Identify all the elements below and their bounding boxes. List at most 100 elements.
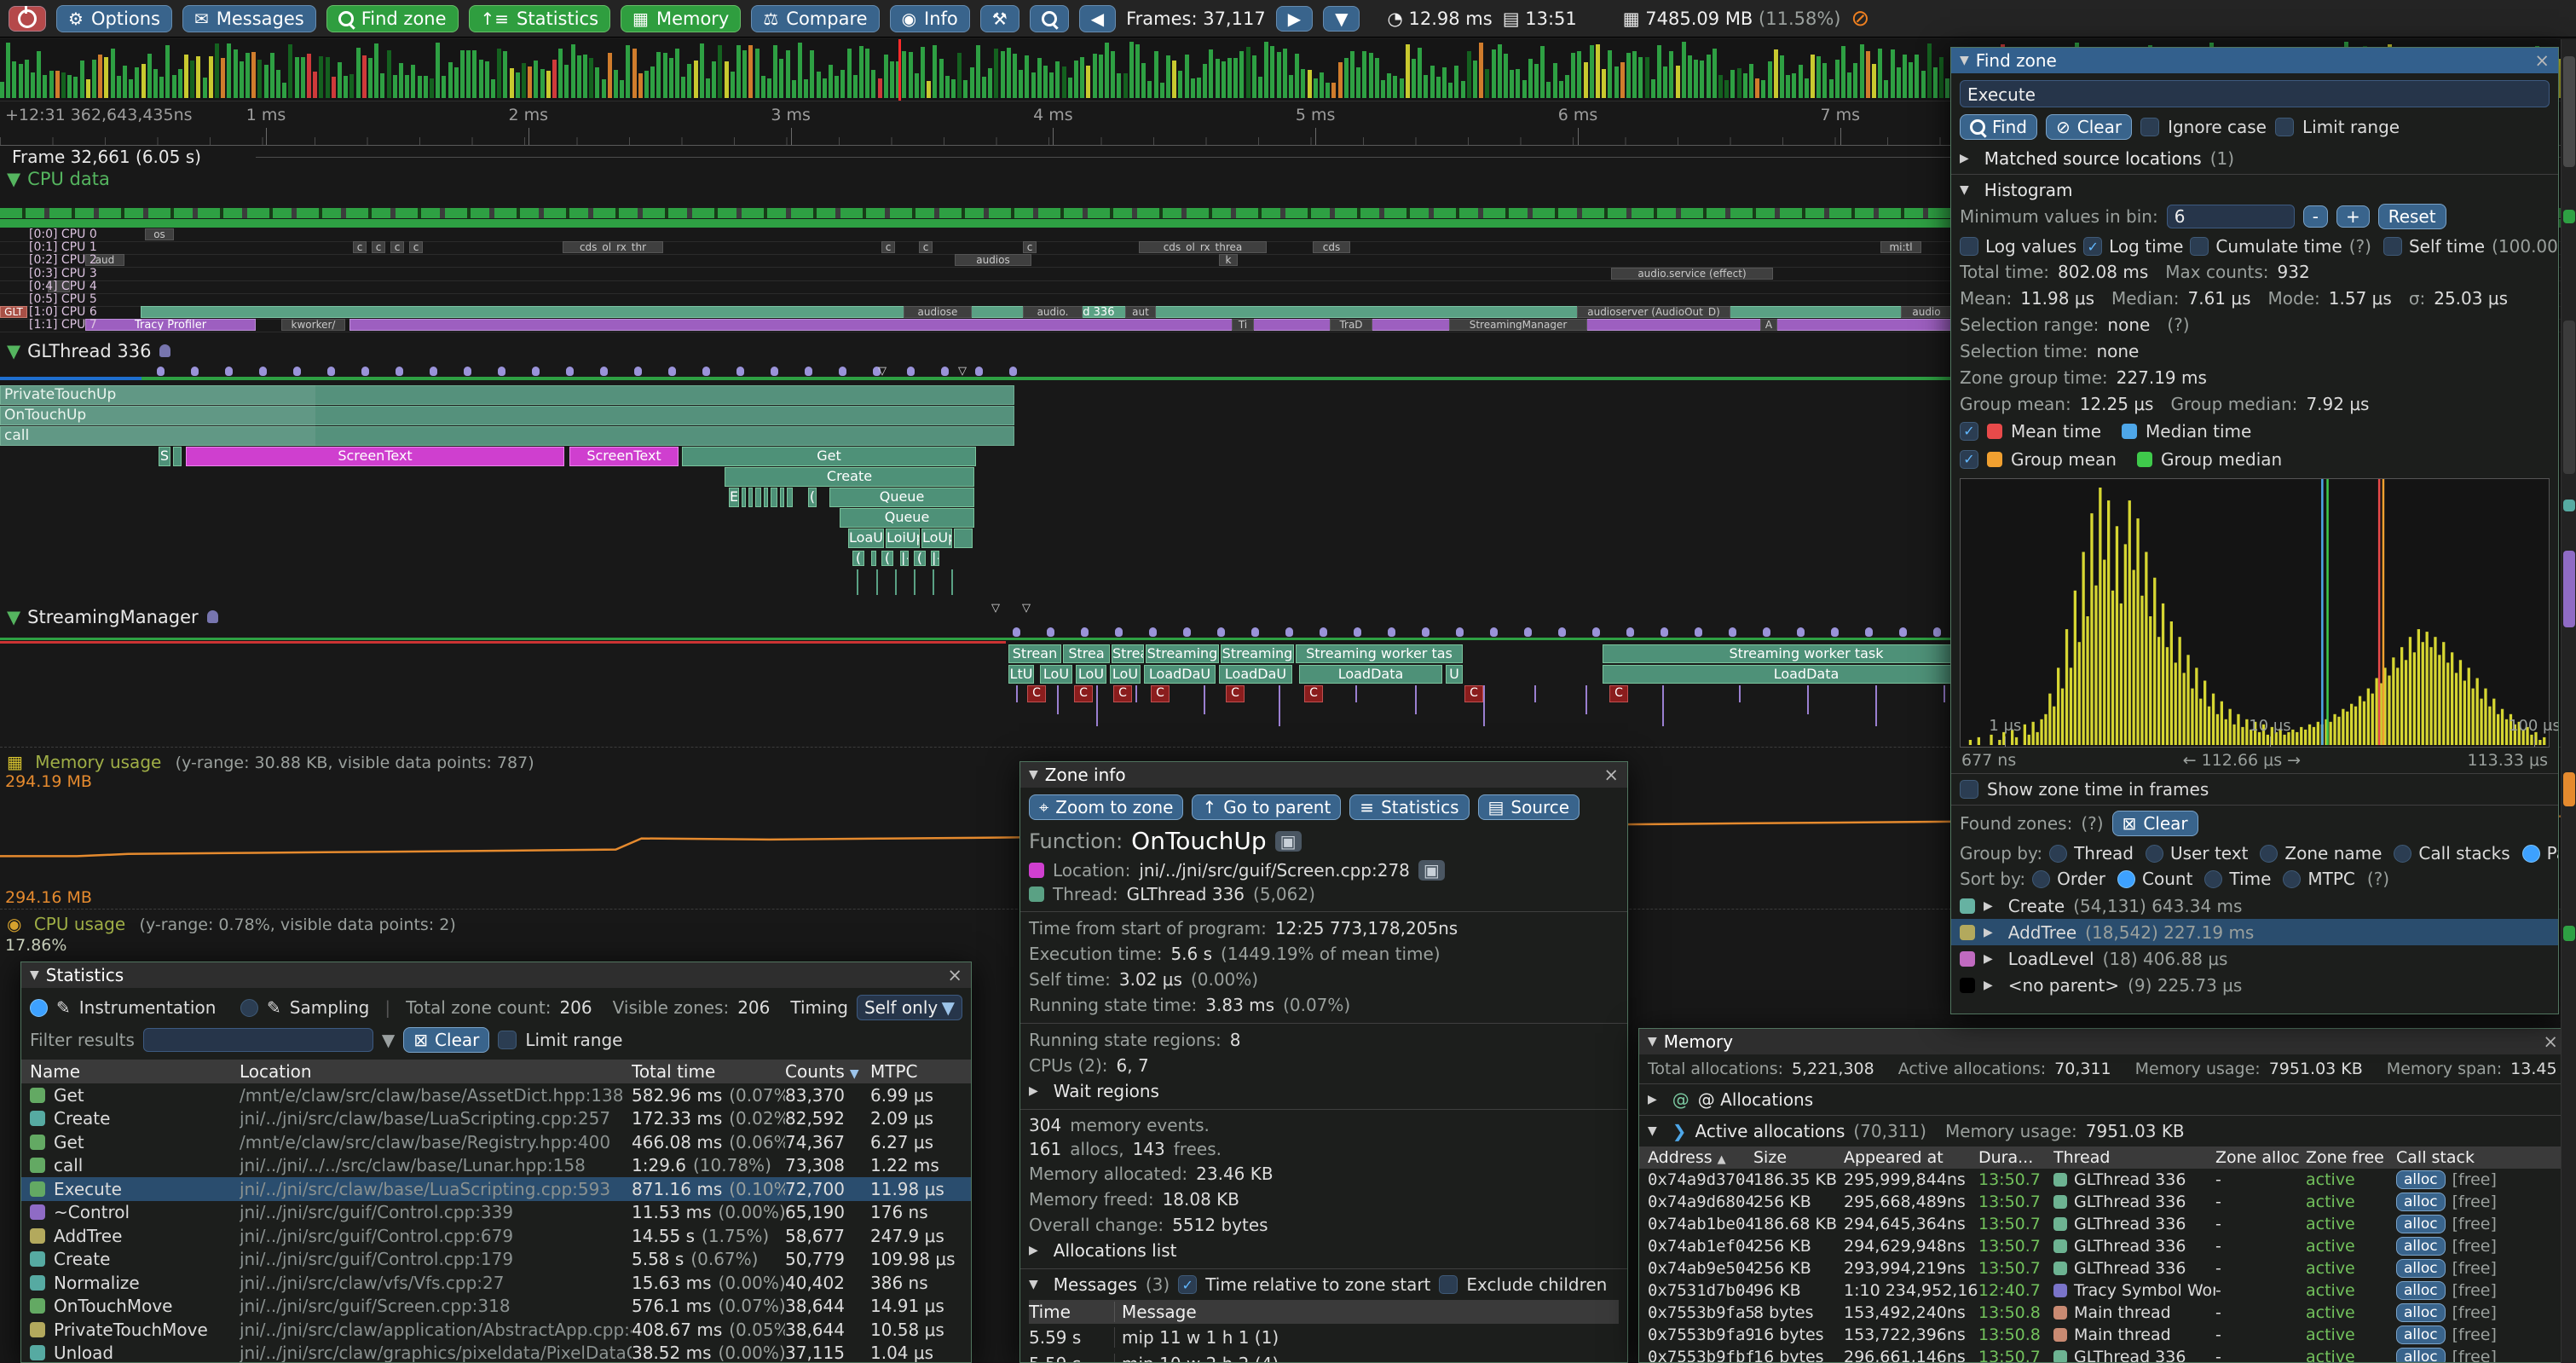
sampling-radio[interactable] [240, 999, 258, 1017]
zone-bar[interactable]: LoadData [1603, 665, 2010, 684]
zone-bar[interactable]: U [1446, 665, 1463, 684]
zone-bar[interactable]: Streaming [1221, 644, 1294, 663]
decrement-button[interactable]: - [2303, 205, 2328, 228]
zone-bar[interactable]: C [1113, 685, 1132, 702]
zone-bar[interactable]: C [1027, 685, 1046, 702]
legend-checkbox[interactable] [1960, 422, 1978, 441]
stats-table-header[interactable]: NameLocationTotal timeCounts▼MTPC [21, 1060, 971, 1083]
histogram-expander[interactable]: ▼Histogram [1951, 175, 2558, 202]
zone-bar[interactable]: ( [852, 551, 864, 566]
time-radio[interactable] [2204, 870, 2222, 888]
zone-bar[interactable] [954, 528, 973, 548]
allocations-list-expander[interactable]: ▶Allocations list [1020, 1238, 1627, 1263]
stats-col-header[interactable]: Location [240, 1061, 632, 1082]
stats-table-row[interactable]: ~Controljni/../jni/src/guif/Control.cpp:… [21, 1201, 971, 1225]
zone-bar[interactable]: LoUp [921, 528, 952, 548]
message-row[interactable]: 5.59 smip 11 w 1 h 1 (1) [1020, 1324, 1627, 1350]
zone-bar[interactable]: ScreenText [569, 447, 679, 466]
memory-table-row[interactable]: 0x74ab1ef040256 KB294,629,948ns13:50.7GL… [1639, 1235, 2567, 1257]
zone-bar[interactable]: ( [881, 551, 893, 566]
stats-table-row[interactable]: OnTouchMovejni/../jni/src/guif/Screen.cp… [21, 1295, 971, 1319]
zone-bar[interactable]: Strea [1112, 644, 1144, 663]
zone-bar[interactable] [764, 488, 768, 507]
memory-col-header[interactable]: Zone alloc [2215, 1148, 2306, 1167]
zone-bar[interactable]: LoadDaU [1219, 665, 1292, 684]
found-zone-row[interactable]: ▶<no parent>(9) 225.73 μs [1951, 972, 2558, 998]
found-zone-row[interactable]: ▶LoadLevel(18) 406.88 μs [1951, 945, 2558, 972]
stats-table-row[interactable]: Executejni/../jni/src/claw/base/LuaScrip… [21, 1177, 971, 1201]
found-zone-row[interactable]: ▶Create(54,131) 643.34 ms [1951, 892, 2558, 919]
zone-bar[interactable]: LoiUp [886, 528, 920, 548]
zone-bar[interactable]: LoaU [848, 528, 884, 548]
self-time-checkbox[interactable] [2383, 237, 2402, 256]
memory-table-row[interactable]: 0x74a9d68040256 KB295,668,489ns13:50.7GL… [1639, 1191, 2567, 1213]
memory-table-row[interactable]: 0x7553b9fa9016 bytes153,722,396ns13:50.8… [1639, 1324, 2567, 1346]
collapsed-marker-icon[interactable]: ▽ [1022, 602, 1031, 615]
clear-filter-button[interactable]: ⊠Clear [403, 1027, 489, 1053]
copy-icon[interactable]: ▣ [1275, 831, 1302, 852]
timing-select[interactable]: Self only▼ [857, 995, 962, 1020]
zone-bar[interactable]: Create [725, 467, 974, 487]
main-scrollbar[interactable] [2561, 39, 2576, 1363]
zone-bar[interactable]: ScreenText [186, 447, 564, 466]
increment-button[interactable]: + [2336, 205, 2370, 228]
statistics-button[interactable]: ≡Statistics [1349, 794, 1469, 820]
log-values-checkbox[interactable] [1960, 237, 1978, 256]
limit-range-checkbox[interactable] [2275, 118, 2294, 136]
memory-col-header[interactable]: Dura... [1978, 1148, 2053, 1167]
zone-bar[interactable]: Get [682, 447, 976, 466]
allocations-section-expander[interactable]: ▶@@ Allocations [1639, 1086, 2567, 1113]
zone-bar[interactable] [748, 488, 753, 507]
alloc-callstack-button[interactable]: alloc [2396, 1281, 2446, 1300]
stats-col-header[interactable]: Name [30, 1061, 240, 1082]
close-icon[interactable]: × [1603, 765, 1619, 785]
memory-table-row[interactable]: 0x7553b9fbf016 bytes296,661,146ns13:50.7… [1639, 1346, 2567, 1363]
stats-col-header[interactable]: MTPC [870, 1061, 964, 1082]
zone-bar[interactable] [742, 488, 746, 507]
active-allocations-expander[interactable]: ▼❯ Active allocations (70,311) Memory us… [1639, 1118, 2567, 1145]
zone-bar[interactable]: LoU [1110, 665, 1141, 684]
stats-table-row[interactable]: Createjni/../jni/src/guif/Control.cpp:17… [21, 1248, 971, 1272]
stats-col-header[interactable]: Total time [632, 1061, 785, 1082]
memory-table-row[interactable]: 0x74ab9e5040256 KB293,994,219ns13:50.7GL… [1639, 1257, 2567, 1279]
zone-bar[interactable]: LoU [1076, 665, 1106, 684]
alloc-callstack-button[interactable]: alloc [2396, 1303, 2446, 1322]
zone-name-radio[interactable] [2260, 845, 2278, 863]
stats-table-row[interactable]: Normalizejni/../jni/src/claw/vfs/Vfs.cpp… [21, 1271, 971, 1295]
thread-radio[interactable] [2049, 845, 2067, 863]
stats-table-row[interactable]: calljni/../jni/../../src/claw/base/Lunar… [21, 1154, 971, 1178]
mtpc-radio[interactable] [2283, 870, 2301, 888]
zone-bar[interactable]: Streaming worker task [1603, 644, 2010, 663]
clear-button[interactable]: ⊘Clear [2046, 114, 2132, 140]
zone-info-titlebar[interactable]: ▼Zone info × [1020, 762, 1627, 788]
zone-bar[interactable]: Streaming worker tas [1296, 644, 1463, 663]
find-zone-histogram[interactable]: 1 μs10 μs100 μs [1960, 478, 2550, 748]
memory-table-row[interactable]: 0x7531d7b04096 KB1:10 234,952,16112:40.7… [1639, 1279, 2567, 1302]
zone-bar[interactable]: Strean [1008, 644, 1061, 663]
close-icon[interactable]: × [2534, 50, 2550, 71]
memory-table-header[interactable]: Address▲SizeAppeared atDura...ThreadZone… [1639, 1146, 2567, 1169]
collapsed-marker-icon[interactable]: ▽ [991, 602, 1000, 615]
collapsed-marker-icon[interactable]: ▽ [878, 365, 887, 378]
memory-titlebar[interactable]: ▼Memory × [1639, 1029, 2567, 1054]
stats-table-row[interactable]: Createjni/../jni/src/claw/base/LuaScript… [21, 1107, 971, 1131]
find-zone-search-input[interactable]: Execute [1960, 80, 2550, 107]
messages-expander[interactable]: ▼Messages (3) Time relative to zone star… [1020, 1273, 1627, 1297]
zone-bar[interactable]: S [159, 447, 170, 466]
exclude-children-checkbox[interactable] [1439, 1275, 1458, 1294]
zone-bar[interactable] [871, 551, 876, 566]
zone-bar[interactable]: C [1609, 685, 1628, 702]
zone-bar[interactable]: Strea [1063, 644, 1110, 663]
log-time-checkbox[interactable] [2083, 237, 2102, 256]
copy-icon[interactable]: ▣ [1418, 860, 1445, 881]
close-icon[interactable]: × [947, 965, 962, 985]
zone-bar[interactable]: LoadData [1299, 665, 1442, 684]
zone-bar[interactable]: |~ [900, 551, 909, 566]
zone-bar[interactable]: LoadDaU [1144, 665, 1216, 684]
zone-bar[interactable]: E [729, 488, 739, 507]
memory-table-row[interactable]: 0x74a9d37040186.35 KB295,999,844ns13:50.… [1639, 1169, 2567, 1191]
show-zone-time-checkbox[interactable] [1960, 780, 1978, 799]
find-button[interactable]: Find [1960, 114, 2037, 140]
memory-col-header[interactable]: Call stack [2396, 1148, 2515, 1167]
parent-radio[interactable] [2522, 845, 2540, 863]
